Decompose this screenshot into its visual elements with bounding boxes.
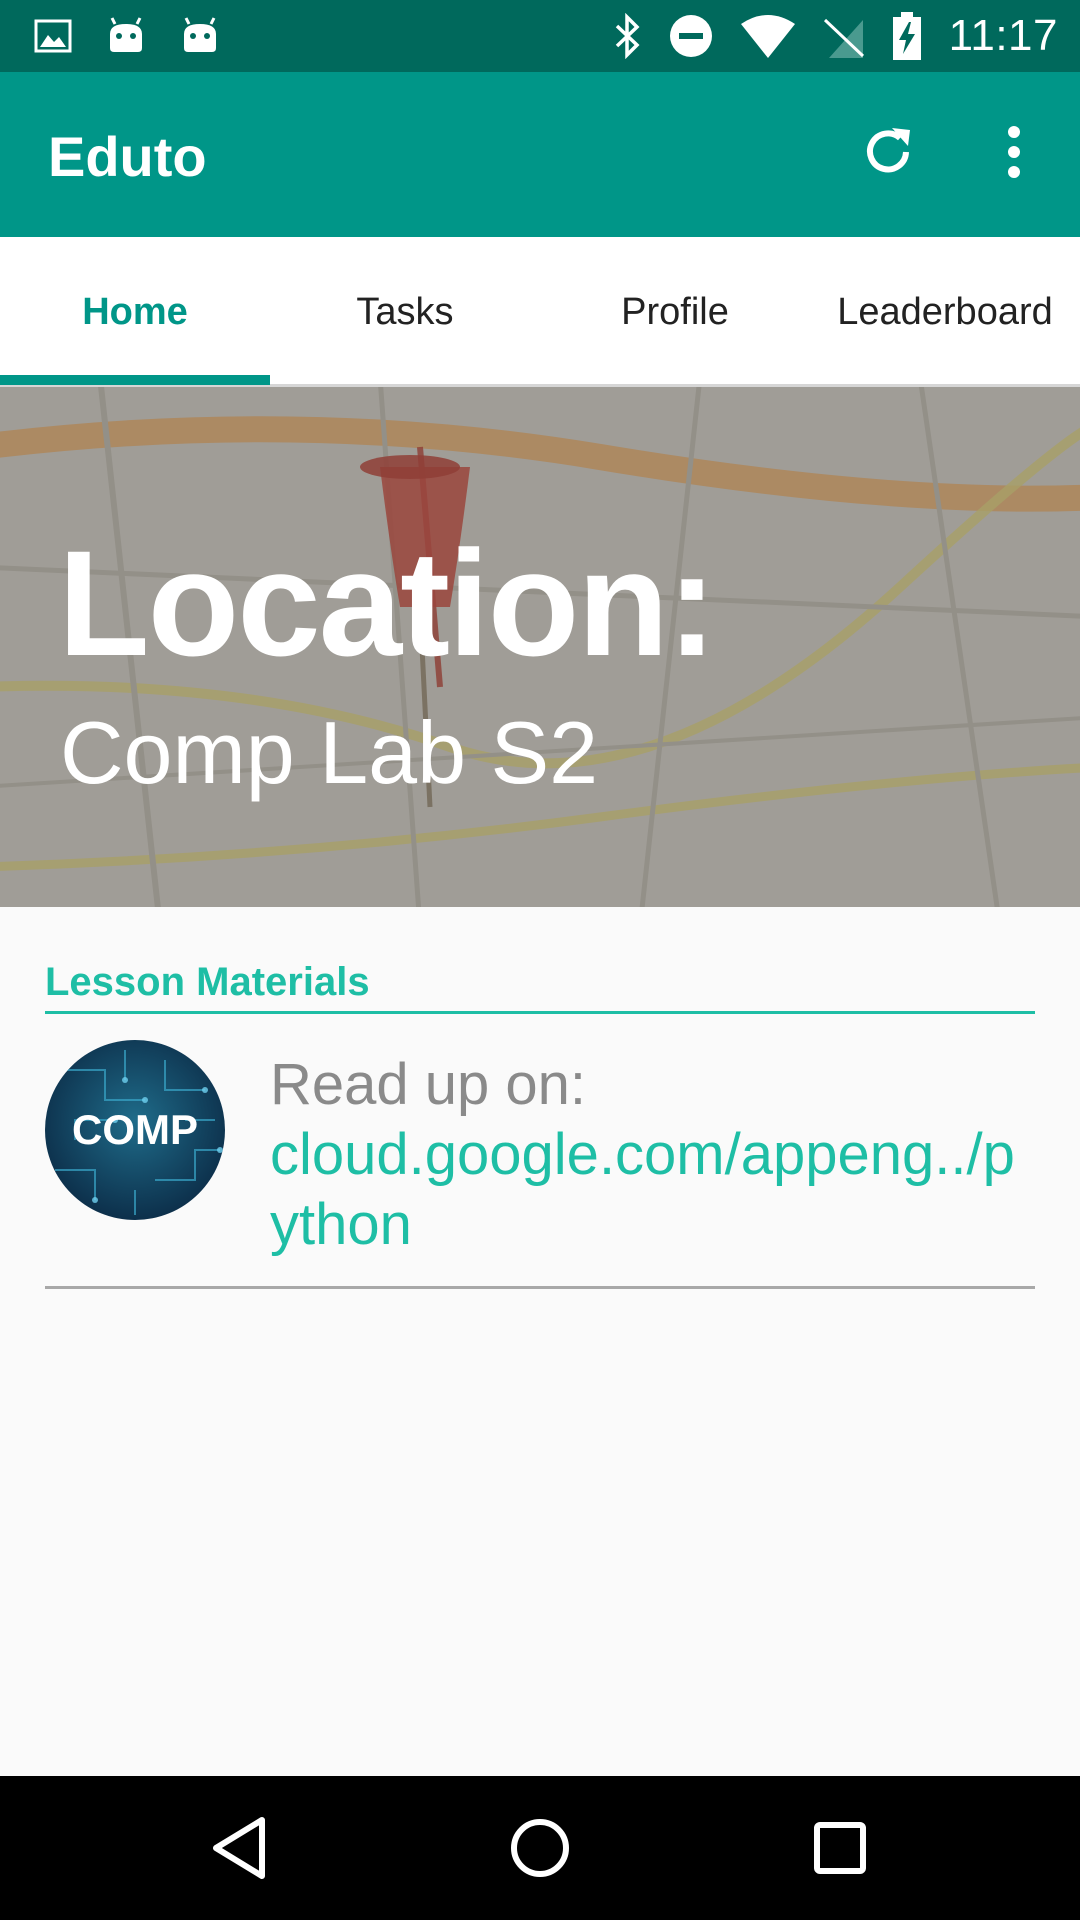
refresh-icon[interactable] [860, 124, 916, 180]
android-icon [106, 16, 146, 56]
wifi-icon [739, 14, 797, 58]
lesson-item[interactable]: COMP Read up on: cloud.google.com/appeng… [45, 1014, 1035, 1290]
image-icon [34, 19, 72, 53]
navigation-bar [0, 1776, 1080, 1920]
clock: 11:17 [948, 11, 1058, 60]
app-bar: Eduto [0, 72, 1080, 237]
more-vert-icon[interactable] [990, 120, 1038, 184]
lesson-text: Read up on: cloud.google.com/appeng../py… [270, 1050, 1040, 1260]
location-banner: Location: Comp Lab S2 [0, 387, 1080, 907]
recents-icon[interactable] [800, 1808, 880, 1888]
tab-profile[interactable]: Profile [540, 237, 810, 387]
tab-tasks[interactable]: Tasks [270, 237, 540, 387]
location-value: Comp Lab S2 [60, 703, 599, 802]
tab-indicator [0, 375, 270, 385]
lesson-link[interactable]: cloud.google.com/appeng../python [270, 1120, 1040, 1260]
location-label: Location: [58, 519, 717, 687]
battery-charging-icon [891, 12, 923, 60]
course-avatar: COMP [45, 1040, 225, 1220]
system-icons: 11:17 [613, 0, 1058, 72]
notification-icons [34, 12, 220, 60]
item-divider [45, 1286, 1035, 1289]
do-not-disturb-icon [669, 14, 713, 58]
no-sim-icon [823, 14, 865, 58]
lesson-prefix: Read up on: [270, 1052, 587, 1117]
lesson-materials-heading: Lesson Materials [45, 960, 370, 1004]
back-icon[interactable] [200, 1808, 280, 1888]
android-icon [180, 16, 220, 56]
avatar-label: COMP [72, 1106, 198, 1153]
status-bar: 11:17 [0, 0, 1080, 72]
tab-leaderboard[interactable]: Leaderboard [810, 237, 1080, 387]
home-icon[interactable] [500, 1808, 580, 1888]
tab-home[interactable]: Home [0, 237, 270, 387]
bluetooth-icon [613, 13, 643, 59]
tab-bar: Home Tasks Profile Leaderboard [0, 237, 1080, 387]
app-screen: 11:17 Eduto Home Tasks Profile Leaderboa… [0, 0, 1080, 1920]
app-title: Eduto [48, 125, 207, 188]
